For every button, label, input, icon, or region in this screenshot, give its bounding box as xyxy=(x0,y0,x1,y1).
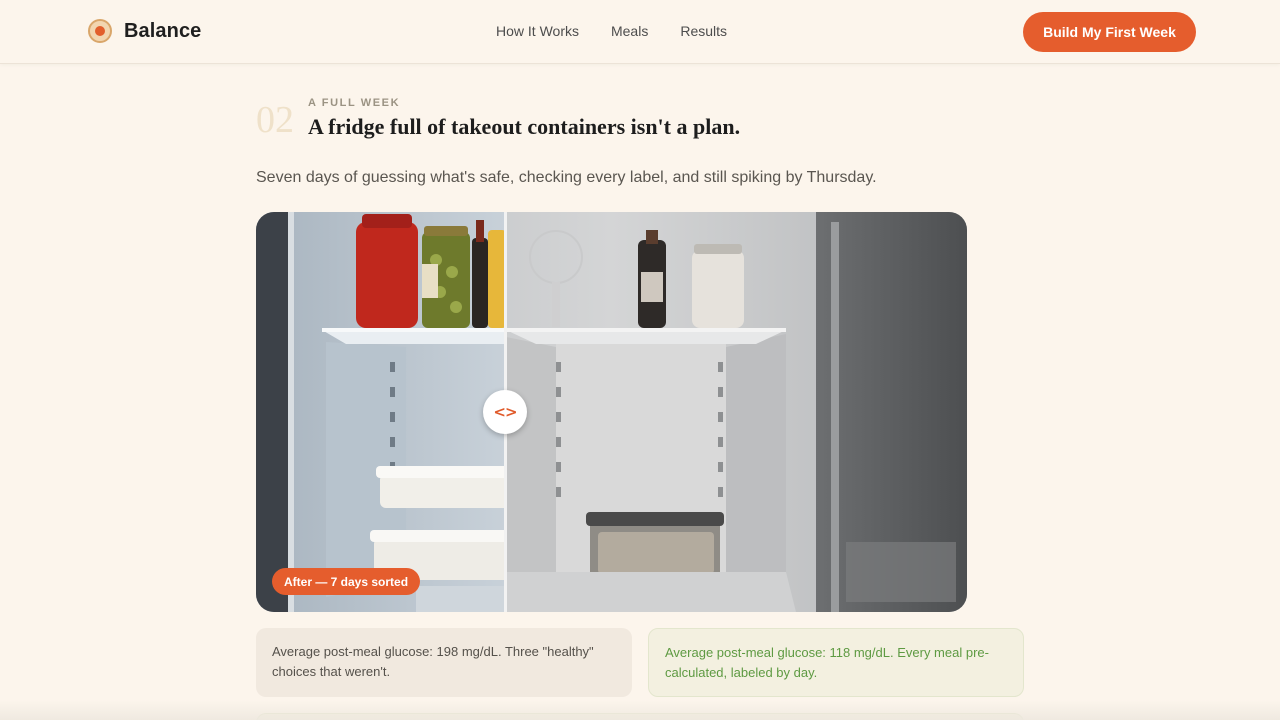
after-pane: After — 7 days sorted xyxy=(256,212,506,612)
nav-meals[interactable]: Meals xyxy=(611,23,648,39)
build-first-week-button[interactable]: Build My First Week xyxy=(1023,12,1196,52)
site-header: Balance How It Works Meals Results Build… xyxy=(0,0,1280,64)
brand[interactable]: Balance xyxy=(88,19,201,43)
step-number: 02 xyxy=(256,99,294,141)
nav-how-it-works[interactable]: How It Works xyxy=(496,23,579,39)
balance-logo-icon xyxy=(88,19,112,43)
fridge-after-image xyxy=(256,212,506,612)
section-title: A fridge full of takeout containers isn'… xyxy=(308,114,741,139)
before-after-comparison[interactable]: After — 7 days sorted <> xyxy=(256,212,967,612)
bottom-fade xyxy=(0,700,1280,720)
nav-results[interactable]: Results xyxy=(680,23,727,39)
before-caption: Average post-meal glucose: 198 mg/dL. Th… xyxy=(256,628,632,697)
main-nav: How It Works Meals Results xyxy=(496,23,727,39)
slider-handle-icon[interactable]: <> xyxy=(483,390,527,434)
section-eyebrow: A FULL WEEK xyxy=(308,97,401,109)
after-label-badge: After — 7 days sorted xyxy=(272,568,421,595)
brand-name: Balance xyxy=(124,19,202,42)
after-caption: Average post-meal glucose: 118 mg/dL. Ev… xyxy=(648,628,1024,697)
section-subtitle: Seven days of guessing what's safe, chec… xyxy=(256,169,877,186)
